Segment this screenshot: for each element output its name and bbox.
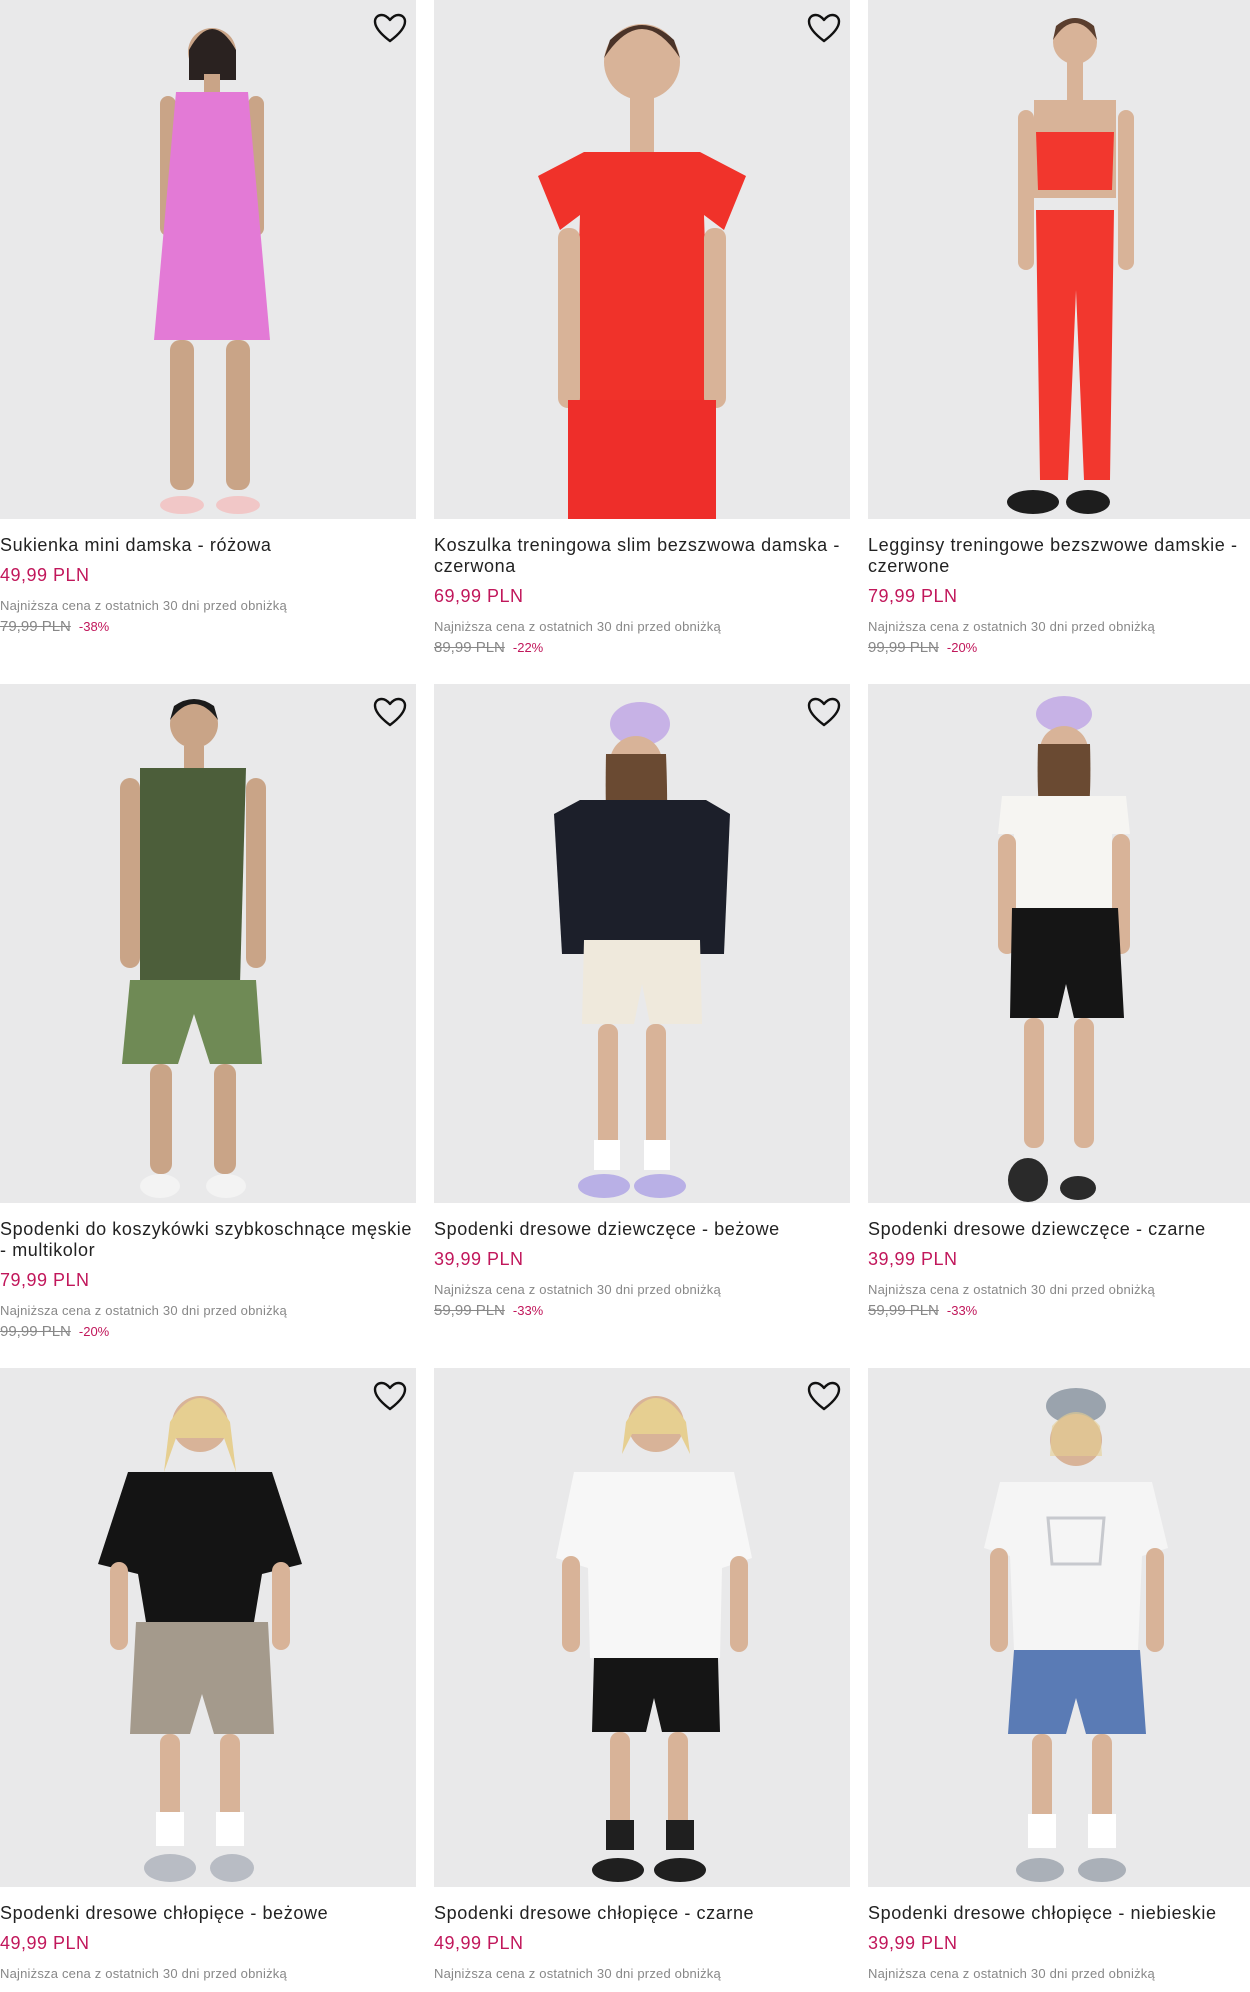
product-price: 49,99 PLN [434,1933,524,1953]
favorite-heart-icon[interactable] [806,694,842,730]
old-price-row: 89,99 PLN -22% [434,639,850,656]
model-figure [120,699,266,1198]
old-price-row: 99,99 PLN -20% [0,1323,416,1340]
old-price-row: 99,99 PLN -20% [868,639,1250,656]
old-price: 79,99 PLN [0,618,71,635]
model-figure [538,24,746,519]
lowest-price-label: Najniższa cena z ostatnich 30 dni przed … [868,619,1155,634]
model-figure [998,696,1130,1202]
product-price: 39,99 PLN [868,1933,958,1953]
product-title[interactable]: Spodenki dresowe chłopięce - czarne [434,1903,850,1924]
favorite-heart-icon[interactable] [372,1378,408,1414]
favorite-heart-icon[interactable] [806,1378,842,1414]
discount-badge: -22% [512,640,544,655]
lowest-price-label: Najniższa cena z ostatnich 30 dni przed … [0,1966,287,1981]
old-price-row: 59,99 PLN -33% [868,1302,1250,1319]
lowest-price-label: Najniższa cena z ostatnich 30 dni przed … [868,1282,1155,1297]
product-image[interactable] [434,684,850,1203]
product-image[interactable] [868,684,1250,1203]
product-title[interactable]: Spodenki do koszykówki szybkoschnące męs… [0,1219,416,1261]
model-figure [1007,18,1134,514]
product-card[interactable]: Spodenki dresowe chłopięce - czarne 49,9… [434,1368,850,1981]
product-card[interactable]: Sukienka mini damska - różowa 49,99 PLN … [0,0,416,635]
product-card[interactable]: Spodenki dresowe chłopięce - beżowe 49,9… [0,1368,416,1981]
product-image[interactable] [868,1368,1250,1887]
old-price: 59,99 PLN [434,1302,505,1319]
product-grid: Sukienka mini damska - różowa 49,99 PLN … [0,0,1250,1992]
product-image[interactable] [868,0,1250,519]
product-title[interactable]: Spodenki dresowe chłopięce - niebieskie [868,1903,1250,1924]
product-image[interactable] [0,1368,416,1887]
product-title[interactable]: Spodenki dresowe chłopięce - beżowe [0,1903,416,1924]
product-image[interactable] [434,0,850,519]
product-price: 39,99 PLN [868,1249,958,1269]
discount-badge: -20% [946,640,978,655]
product-image[interactable] [434,1368,850,1887]
favorite-heart-icon[interactable] [372,694,408,730]
old-price: 99,99 PLN [868,639,939,656]
discount-badge: -33% [946,1303,978,1318]
model-figure [154,28,270,514]
lowest-price-label: Najniższa cena z ostatnich 30 dni przed … [434,1966,721,1981]
product-card[interactable]: Spodenki dresowe chłopięce - niebieskie … [868,1368,1250,1981]
lowest-price-label: Najniższa cena z ostatnich 30 dni przed … [0,598,287,613]
product-card[interactable]: Spodenki dresowe dziewczęce - beżowe 39,… [434,684,850,1319]
lowest-price-label: Najniższa cena z ostatnich 30 dni przed … [868,1966,1155,1981]
favorite-heart-icon[interactable] [372,10,408,46]
product-card[interactable]: Legginsy treningowe bezszwowe damskie - … [868,0,1250,656]
lowest-price-label: Najniższa cena z ostatnich 30 dni przed … [434,619,721,634]
favorite-heart-icon[interactable] [806,10,842,46]
model-figure [984,1388,1168,1882]
discount-badge: -33% [512,1303,544,1318]
product-price: 79,99 PLN [868,586,958,606]
discount-badge: -20% [78,1324,110,1339]
product-price: 79,99 PLN [0,1270,90,1290]
product-price: 49,99 PLN [0,565,90,585]
discount-badge: -38% [78,619,110,634]
old-price: 89,99 PLN [434,639,505,656]
old-price-row: 79,99 PLN -38% [0,618,416,635]
product-title[interactable]: Koszulka treningowa slim bezszwowa damsk… [434,535,850,577]
product-card[interactable]: Spodenki dresowe dziewczęce - czarne 39,… [868,684,1250,1319]
old-price-row: 59,99 PLN -33% [434,1302,850,1319]
product-title[interactable]: Sukienka mini damska - różowa [0,535,416,556]
old-price: 59,99 PLN [868,1302,939,1319]
product-price: 49,99 PLN [0,1933,90,1953]
product-price: 69,99 PLN [434,586,524,606]
product-title[interactable]: Spodenki dresowe dziewczęce - czarne [868,1219,1250,1240]
product-price: 39,99 PLN [434,1249,524,1269]
old-price: 99,99 PLN [0,1323,71,1340]
product-title[interactable]: Spodenki dresowe dziewczęce - beżowe [434,1219,850,1240]
model-figure [554,702,730,1198]
model-figure [98,1396,302,1882]
model-figure [556,1396,752,1882]
lowest-price-label: Najniższa cena z ostatnich 30 dni przed … [0,1303,287,1318]
lowest-price-label: Najniższa cena z ostatnich 30 dni przed … [434,1282,721,1297]
product-image[interactable] [0,0,416,519]
product-title[interactable]: Legginsy treningowe bezszwowe damskie - … [868,535,1250,577]
product-card[interactable]: Spodenki do koszykówki szybkoschnące męs… [0,684,416,1340]
product-image[interactable] [0,684,416,1203]
product-card[interactable]: Koszulka treningowa slim bezszwowa damsk… [434,0,850,656]
